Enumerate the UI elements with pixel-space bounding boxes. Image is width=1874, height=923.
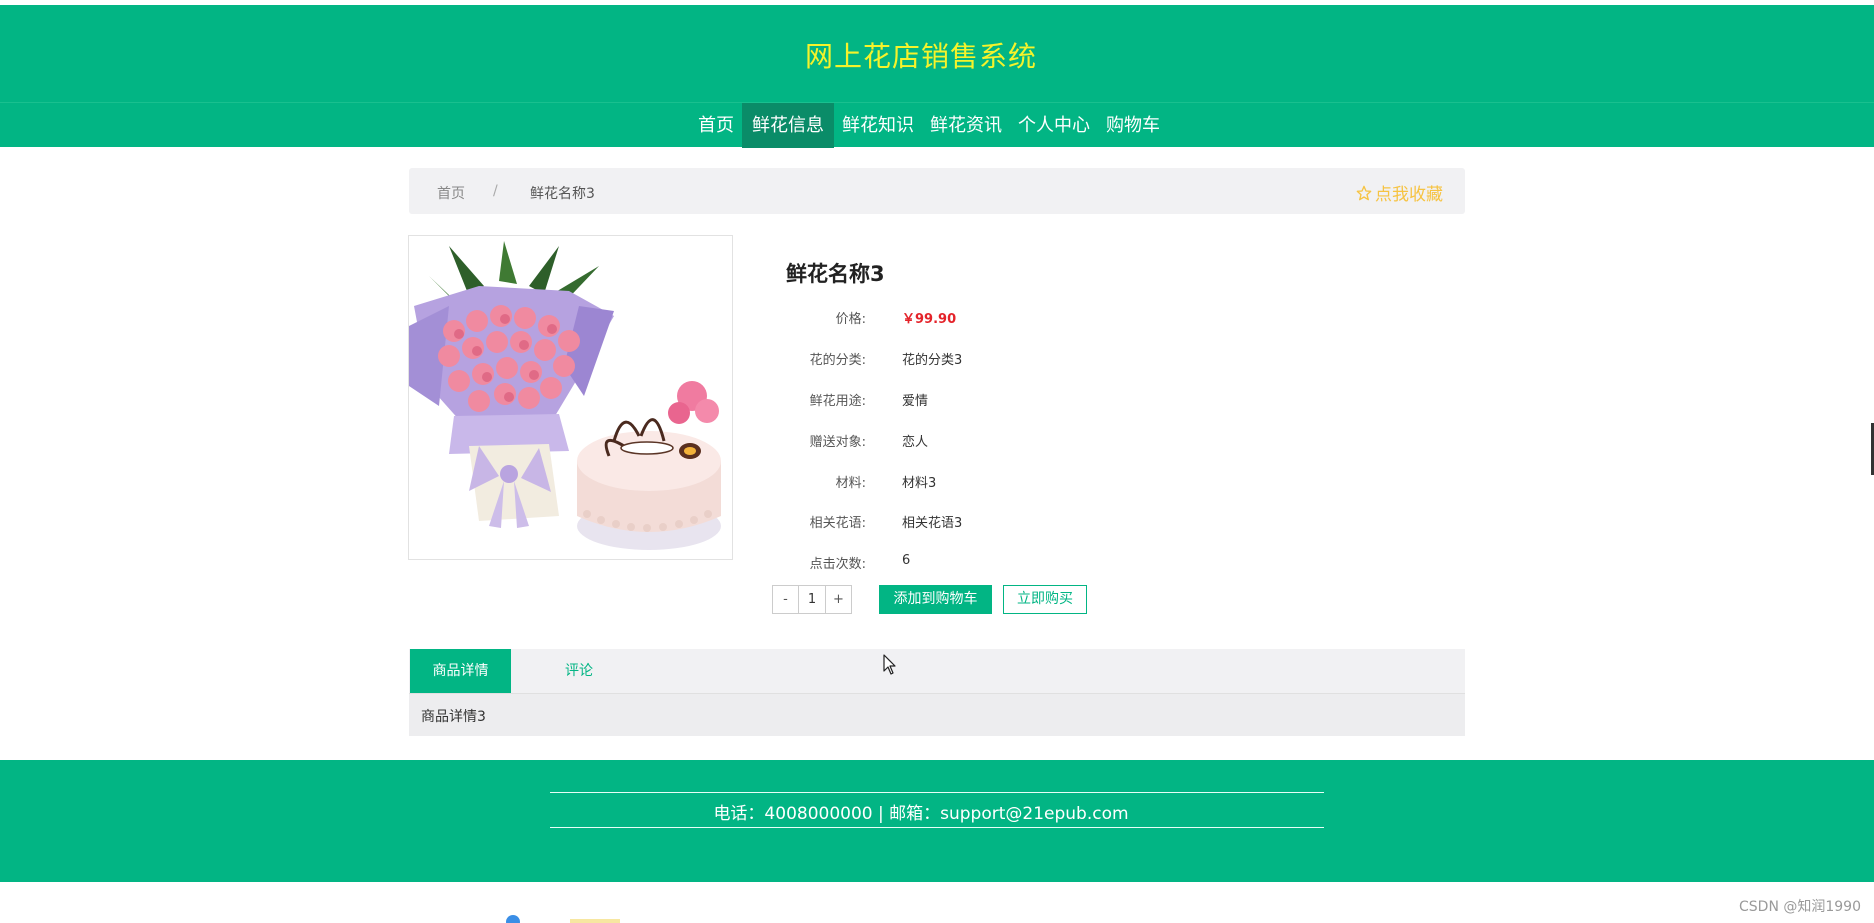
quantity-plus-button[interactable]: + bbox=[826, 586, 851, 613]
product-field-label: 材料: bbox=[835, 476, 866, 491]
add-to-cart-button[interactable]: 添加到购物车 bbox=[879, 585, 992, 614]
product-field-label: 赠送对象: bbox=[809, 435, 866, 450]
product-field-label: 点击次数: bbox=[809, 557, 866, 572]
nav-item-flower-news[interactable]: 鲜花资讯 bbox=[922, 103, 1010, 148]
quantity-stepper: - 1 + bbox=[772, 585, 852, 614]
product-field-row: 价格: ￥99.90 bbox=[730, 308, 1230, 328]
tab-comments[interactable]: 评论 bbox=[549, 649, 609, 693]
buy-now-button[interactable]: 立即购买 bbox=[1003, 585, 1087, 614]
breadcrumb: 首页 / 鲜花名称3 点我收藏 bbox=[409, 168, 1465, 214]
product-field-value: 相关花语3 bbox=[902, 516, 963, 531]
tab-content: 商品详情3 bbox=[409, 693, 1465, 736]
page: 网上花店销售系统 首页 鲜花信息 鲜花知识 鲜花资讯 个人中心 购物车 首页 / 鲜花名称… bbox=[0, 0, 1874, 923]
product-tabs: 商品详情 评论 bbox=[409, 649, 1465, 693]
nav-item-flower-info[interactable]: 鲜花信息 bbox=[742, 103, 834, 148]
quantity-minus-button[interactable]: - bbox=[773, 586, 798, 613]
product-price: ￥99.90 bbox=[902, 312, 957, 327]
quantity-input[interactable]: 1 bbox=[798, 586, 826, 613]
favorite-button[interactable]: 点我收藏 bbox=[1356, 180, 1443, 205]
nav-item-personal-center[interactable]: 个人中心 bbox=[1010, 103, 1098, 148]
product-field-value: 爱情 bbox=[902, 394, 929, 409]
site-title: 网上花店销售系统 bbox=[804, 40, 1037, 73]
watermark: CSDN @知润1990 bbox=[1739, 899, 1861, 915]
product-field-row: 相关花语: 相关花语3 bbox=[730, 512, 1230, 532]
product-field-label: 鲜花用途: bbox=[809, 394, 866, 409]
nav-item-flower-knowledge[interactable]: 鲜花知识 bbox=[834, 103, 922, 148]
product-field-value: 材料3 bbox=[902, 476, 937, 491]
product-details-text: 商品详情3 bbox=[421, 709, 486, 725]
main-nav: 首页 鲜花信息 鲜花知识 鲜花资讯 个人中心 购物车 bbox=[0, 102, 1874, 148]
product-field-label: 价格: bbox=[835, 312, 866, 327]
product-field-value: 花的分类3 bbox=[902, 353, 963, 368]
product-field-row: 鲜花用途: 爱情 bbox=[730, 390, 1230, 410]
product-image bbox=[408, 235, 733, 560]
flower-bouquet-cake-picture bbox=[409, 236, 732, 559]
nav-item-cart[interactable]: 购物车 bbox=[1098, 103, 1168, 148]
product-field-row: 点击次数: 6 bbox=[730, 553, 1230, 573]
product-field-label: 花的分类: bbox=[809, 353, 866, 368]
product-field-row: 材料: 材料3 bbox=[730, 472, 1230, 492]
breadcrumb-home-link[interactable]: 首页 bbox=[437, 183, 465, 203]
taskbar-dot-icon bbox=[506, 915, 520, 923]
product-field-row: 花的分类: 花的分类3 bbox=[730, 349, 1230, 369]
product-field-row: 赠送对象: 恋人 bbox=[730, 431, 1230, 451]
footer-divider-bottom bbox=[550, 827, 1324, 828]
taskbar-strip bbox=[570, 919, 620, 923]
breadcrumb-separator: / bbox=[493, 183, 498, 199]
site-footer: 电话：4008000000 | 邮箱：support@21epub.com bbox=[0, 760, 1874, 882]
product-field-value: 6 bbox=[902, 553, 911, 568]
product-field-label: 相关花语: bbox=[809, 516, 866, 531]
product-field-value: 恋人 bbox=[902, 435, 929, 450]
tab-product-details[interactable]: 商品详情 bbox=[410, 649, 511, 693]
nav-item-home[interactable]: 首页 bbox=[690, 103, 742, 148]
footer-divider-top bbox=[550, 792, 1324, 793]
site-header: 网上花店销售系统 bbox=[0, 5, 1874, 102]
star-icon bbox=[1356, 185, 1372, 200]
breadcrumb-current: 鲜花名称3 bbox=[530, 186, 595, 202]
favorite-label: 点我收藏 bbox=[1375, 185, 1443, 205]
product-title: 鲜花名称3 bbox=[786, 262, 885, 286]
mouse-cursor-icon bbox=[883, 654, 896, 675]
footer-contact: 电话：4008000000 | 邮箱：support@21epub.com bbox=[713, 804, 1129, 824]
nav-items: 首页 鲜花信息 鲜花知识 鲜花资讯 个人中心 购物车 bbox=[690, 103, 1168, 148]
